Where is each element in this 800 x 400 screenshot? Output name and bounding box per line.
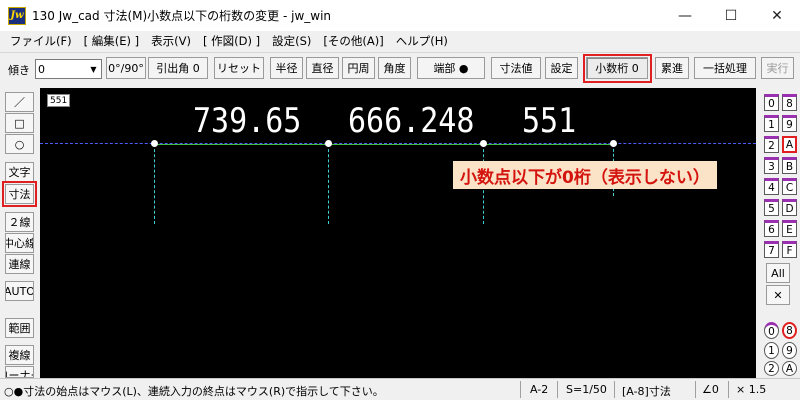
dimension-value-1: 739.65 (193, 101, 302, 142)
tool-circle[interactable]: ○ (5, 134, 34, 154)
menu-file[interactable]: ファイル(F) (4, 33, 78, 49)
layer-button-4[interactable]: 4 (764, 178, 779, 195)
dimension-value-2: 666.248 (348, 101, 475, 142)
tilt-label: 傾き (8, 64, 30, 77)
dimension-point (610, 140, 617, 147)
radius-button[interactable]: 半径 (270, 57, 303, 79)
jw-cad-window: Jw 130 Jw_cad 寸法(M)小数点以下の桁数の変更 - jw_win … (0, 0, 800, 400)
group-button-8[interactable]: 8 (782, 322, 797, 339)
minimize-button[interactable]: — (662, 0, 708, 31)
tool-offset[interactable]: 複線 (5, 345, 34, 365)
settings-button[interactable]: 設定 (545, 57, 578, 79)
current-layer[interactable]: [A-8]寸法 (622, 383, 671, 399)
group-button-a[interactable]: A (782, 361, 797, 376)
layer-button-3[interactable]: 3 (764, 157, 779, 174)
drawing-canvas[interactable]: 551 739.65 666.248 551 小数点以下が0桁（表示しない） (40, 88, 756, 378)
group-button-1[interactable]: 1 (764, 342, 779, 359)
menu-settings[interactable]: 設定(S) (266, 33, 317, 49)
group-button-0[interactable]: 0 (764, 322, 779, 339)
tool-dimension[interactable]: 寸法 (5, 184, 34, 204)
menu-bar: ファイル(F) [ 編集(E) ] 表示(V) [ 作図(D) ] 設定(S) … (0, 31, 800, 51)
tool-center-line[interactable]: 中心線 (5, 233, 34, 253)
tilt-value: 0 (38, 62, 45, 76)
extension-line (154, 144, 155, 224)
endpoint-button[interactable]: 端部 ● (417, 57, 485, 79)
chevron-down-icon[interactable]: ▼ (87, 61, 100, 77)
dimension-point (151, 140, 158, 147)
layer-button-8[interactable]: 8 (782, 94, 797, 111)
menu-help[interactable]: ヘルプ(H) (390, 33, 454, 49)
dimension-point (325, 140, 332, 147)
tool-continuous-line[interactable]: 連線 (5, 254, 34, 274)
layer-button-5[interactable]: 5 (764, 199, 779, 216)
close-button[interactable]: ✕ (754, 0, 800, 31)
tool-double-line[interactable]: ２線 (5, 212, 34, 232)
dim-value-button[interactable]: 寸法値 (491, 57, 541, 79)
reset-button[interactable]: リセット (214, 57, 264, 79)
all-layers-button[interactable]: All (766, 263, 790, 283)
tilt-combo[interactable]: 0 ▼ (35, 59, 102, 79)
left-tool-palette: ／ □ ○ 文字 寸法 ２線 中心線 連線 AUTO 範囲 複線 コーナー (0, 88, 40, 378)
annotation-callout: 小数点以下が0桁（表示しない） (453, 161, 717, 189)
dimension-point (480, 140, 487, 147)
layer-button-6[interactable]: 6 (764, 220, 779, 237)
scale-indicator[interactable]: S=1/50 (566, 383, 607, 396)
zoom-factor[interactable]: × 1.5 (736, 383, 766, 396)
status-divider (728, 381, 729, 398)
menu-draw[interactable]: [ 作図(D) ] (197, 33, 266, 49)
layer-button-f[interactable]: F (782, 241, 797, 258)
group-button-2[interactable]: 2 (764, 361, 779, 376)
status-message: ○●寸法の始点はマウス(L)、連続入力の終点はマウス(R)で指示して下さい。 (4, 385, 384, 398)
menu-edit[interactable]: [ 編集(E) ] (78, 33, 146, 49)
group-button-9[interactable]: 9 (782, 342, 797, 359)
status-bar: ○●寸法の始点はマウス(L)、連続入力の終点はマウス(R)で指示して下さい。 A… (0, 378, 800, 400)
angle-0-90-button[interactable]: 0°/90° (106, 57, 146, 79)
dimension-control-bar: 傾き 0 ▼ 0°/90° 引出角 0 リセット 半径 直径 円周 角度 端部 … (0, 52, 800, 83)
layer-button-e[interactable]: E (782, 220, 797, 237)
jw-app-icon: Jw (8, 6, 26, 25)
tool-corner[interactable]: コーナー (5, 366, 34, 378)
circumference-button[interactable]: 円周 (342, 57, 375, 79)
layer-button-9[interactable]: 9 (782, 115, 797, 132)
decimal-digits-button[interactable]: 小数桁 0 (586, 57, 648, 79)
status-divider (614, 381, 615, 398)
layer-button-a[interactable]: A (782, 136, 797, 153)
paper-size[interactable]: A-2 (530, 383, 548, 396)
menu-view[interactable]: 表示(V) (145, 33, 197, 49)
tool-line[interactable]: ／ (5, 92, 34, 112)
layer-panel: 0 8 1 9 2 A 3 B 4 C 5 D 6 E 7 F All ✕ 0 … (756, 88, 800, 378)
layer-button-d[interactable]: D (782, 199, 797, 216)
tool-auto[interactable]: AUTO (5, 281, 34, 301)
cumulative-button[interactable]: 累進 (655, 57, 689, 79)
layer-button-7[interactable]: 7 (764, 241, 779, 258)
cross-icon[interactable]: ✕ (766, 285, 790, 305)
layer-tag: 551 (47, 94, 71, 107)
layer-button-b[interactable]: B (782, 157, 797, 174)
tool-text[interactable]: 文字 (5, 162, 34, 182)
tool-rectangle[interactable]: □ (5, 113, 34, 133)
title-bar: Jw 130 Jw_cad 寸法(M)小数点以下の桁数の変更 - jw_win … (0, 0, 800, 31)
window-title: 130 Jw_cad 寸法(M)小数点以下の桁数の変更 - jw_win (32, 9, 332, 23)
status-divider (520, 381, 521, 398)
extension-line (328, 144, 329, 224)
status-divider (695, 381, 696, 398)
diameter-button[interactable]: 直径 (306, 57, 339, 79)
batch-process-button[interactable]: 一括処理 (694, 57, 756, 79)
status-divider (557, 381, 558, 398)
dimension-line (154, 144, 614, 145)
dimension-value-3: 551 (522, 101, 577, 142)
layer-button-1[interactable]: 1 (764, 115, 779, 132)
angle-button[interactable]: 角度 (378, 57, 411, 79)
menu-other[interactable]: [その他(A)] (317, 33, 389, 49)
execute-button[interactable]: 実行 (761, 57, 794, 79)
layer-button-0[interactable]: 0 (764, 94, 779, 111)
tool-range[interactable]: 範囲 (5, 318, 34, 338)
leader-angle-button[interactable]: 引出角 0 (148, 57, 208, 79)
maximize-button[interactable]: ☐ (708, 0, 754, 31)
angle-indicator[interactable]: ∠0 (702, 383, 719, 396)
layer-button-c[interactable]: C (782, 178, 797, 195)
layer-button-2[interactable]: 2 (764, 136, 779, 153)
